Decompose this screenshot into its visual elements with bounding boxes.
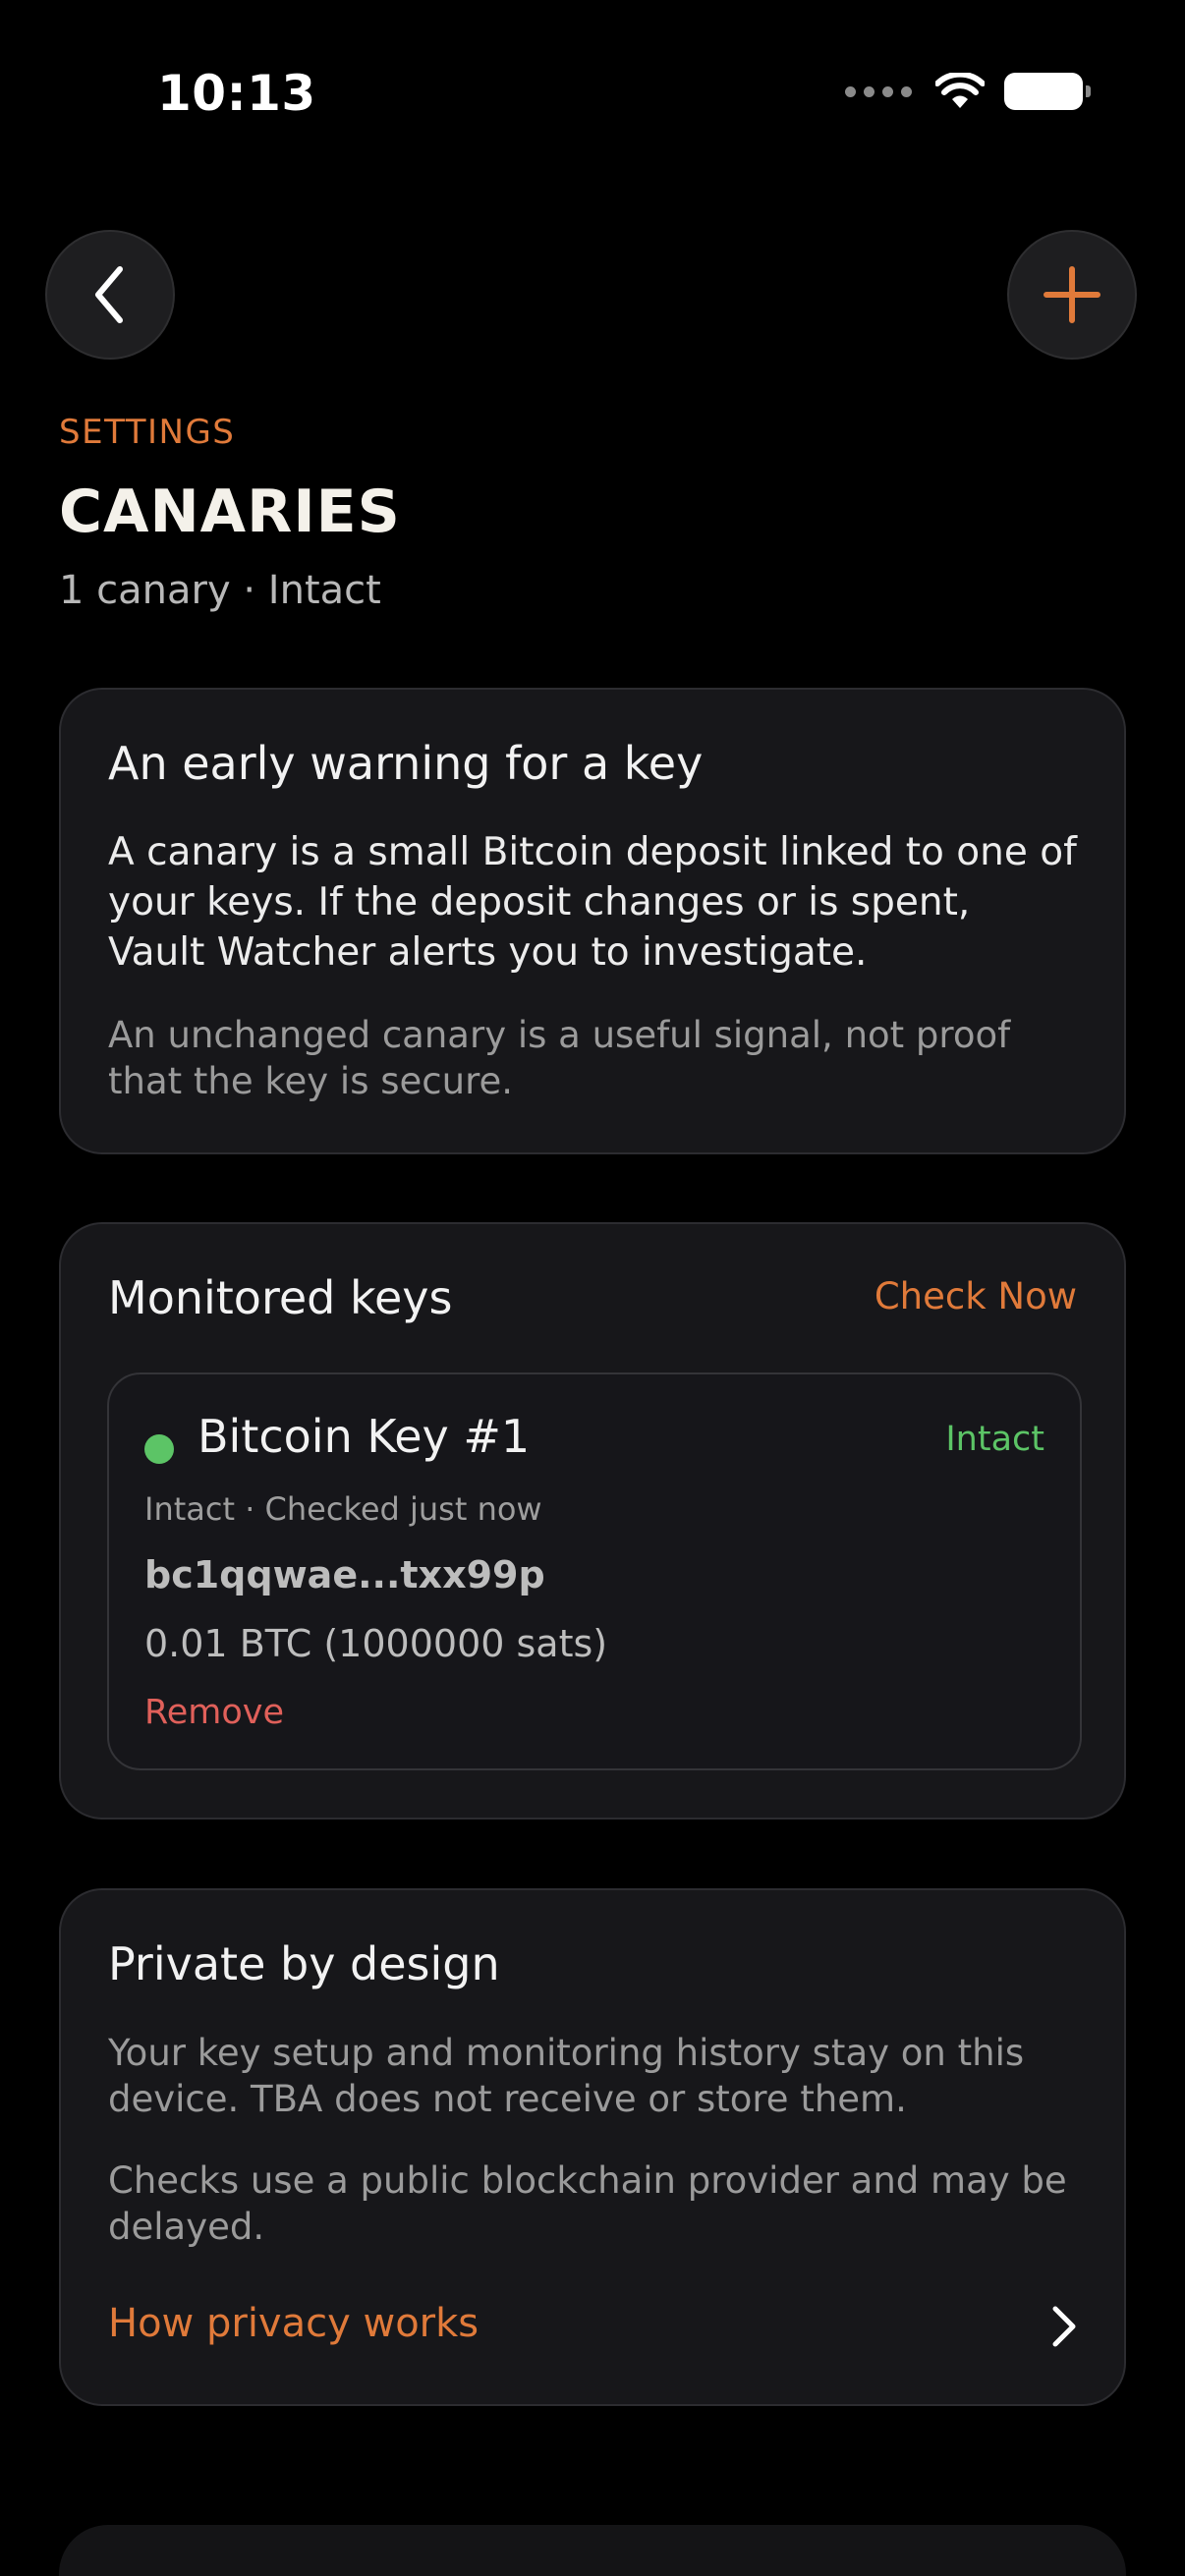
intro-card: An early warning for a key A canary is a… xyxy=(59,688,1126,1154)
back-button[interactable] xyxy=(45,230,175,360)
key-item[interactable]: Bitcoin Key #1 Intact Intact · Checked j… xyxy=(107,1372,1082,1770)
screen: 10:13 SETTINGS CANARIES 1 canary · Intac… xyxy=(0,0,1185,2576)
key-name: Bitcoin Key #1 xyxy=(198,1410,531,1463)
check-now-button[interactable]: Check Now xyxy=(875,1275,1077,1317)
intro-heading: An early warning for a key xyxy=(108,737,704,790)
privacy-card: Private by design Your key setup and mon… xyxy=(59,1888,1126,2406)
key-address: bc1qqwae...txx99p xyxy=(144,1553,545,1596)
intro-note: An unchanged canary is a useful signal, … xyxy=(108,1014,1011,1102)
key-check-status: Intact · Checked just now xyxy=(144,1490,542,1528)
page-title: CANARIES xyxy=(59,477,401,546)
status-icons xyxy=(845,73,1091,110)
key-status-badge: Intact xyxy=(945,1420,1044,1459)
battery-icon xyxy=(1004,73,1091,110)
monitored-keys-card: Monitored keys Check Now Bitcoin Key #1 … xyxy=(59,1222,1126,1820)
privacy-paragraph-2: Checks use a public blockchain provider … xyxy=(108,2159,1067,2248)
page-subtitle: 1 canary · Intact xyxy=(59,568,381,613)
signal-dots-icon xyxy=(845,85,912,97)
monitored-keys-heading: Monitored keys xyxy=(108,1271,453,1324)
key-amount: 0.01 BTC (1000000 sats) xyxy=(144,1622,608,1665)
plus-icon xyxy=(1044,266,1100,323)
status-time: 10:13 xyxy=(157,65,316,122)
remove-key-button[interactable]: Remove xyxy=(144,1693,284,1732)
privacy-heading: Private by design xyxy=(108,1937,500,1990)
status-dot-icon xyxy=(144,1434,174,1464)
privacy-paragraph-1: Your key setup and monitoring history st… xyxy=(108,2032,1025,2120)
chevron-right-icon[interactable] xyxy=(1049,2305,1079,2348)
how-privacy-works-link[interactable]: How privacy works xyxy=(108,2301,479,2346)
chevron-left-icon xyxy=(95,266,123,323)
add-canary-button[interactable] xyxy=(1007,230,1137,360)
section-eyebrow: SETTINGS xyxy=(59,413,236,452)
intro-body: A canary is a small Bitcoin deposit link… xyxy=(108,830,1077,975)
wifi-icon xyxy=(935,73,985,108)
bottom-sheet-peek xyxy=(59,2525,1126,2576)
